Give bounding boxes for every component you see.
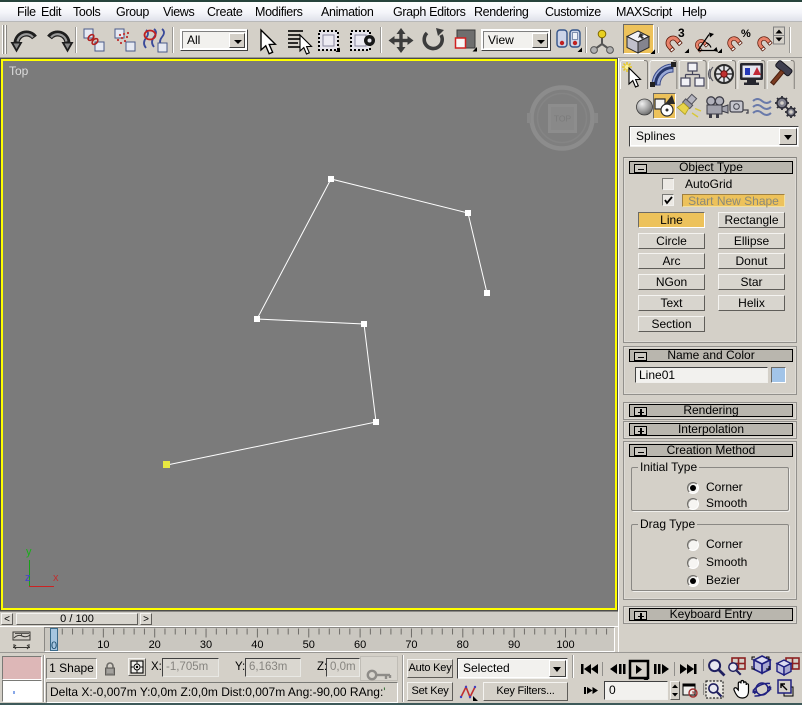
svg-text:10: 10 [97,639,109,651]
svg-text:70: 70 [405,639,417,651]
svg-text:50: 50 [303,639,315,651]
svg-text:TOP: TOP [554,114,572,124]
svg-text:x: x [53,572,59,584]
svg-text:60: 60 [354,639,366,651]
svg-text:%: % [741,28,751,40]
svg-text:40: 40 [251,639,263,651]
svg-text:100: 100 [556,639,574,651]
svg-text:80: 80 [457,639,469,651]
svg-text:90: 90 [508,639,520,651]
svg-text:20: 20 [149,639,161,651]
svg-text:z: z [25,572,31,584]
svg-text:y: y [26,546,32,558]
svg-text:3: 3 [678,26,685,40]
svg-text:30: 30 [200,639,212,651]
